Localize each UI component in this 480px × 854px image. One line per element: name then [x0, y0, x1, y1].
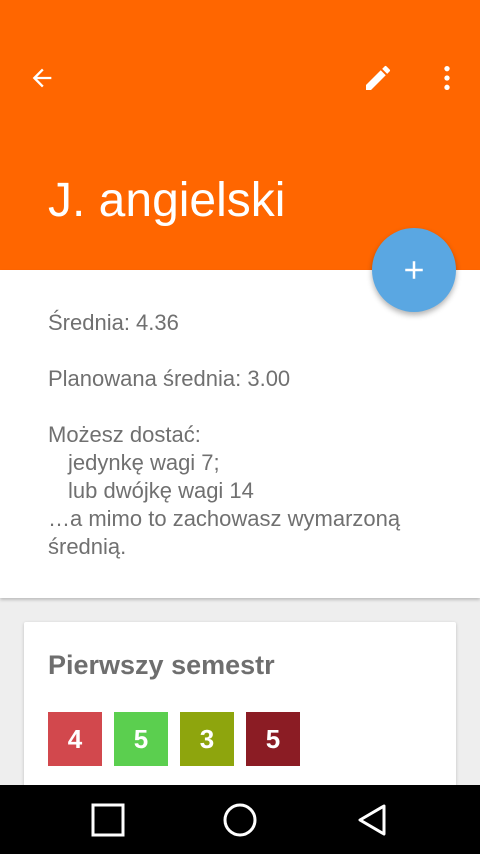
- add-icon: [405, 261, 423, 279]
- grade-tile[interactable]: 5: [114, 712, 168, 766]
- home-button[interactable]: [200, 785, 280, 854]
- more-vert-icon: [444, 66, 450, 90]
- grade-tile[interactable]: 5: [246, 712, 300, 766]
- semester-title: Pierwszy semestr: [48, 650, 275, 680]
- nav-back-button[interactable]: [332, 785, 412, 854]
- add-grade-fab[interactable]: [372, 228, 456, 312]
- more-options-button[interactable]: [423, 54, 471, 102]
- back-button[interactable]: [18, 54, 66, 102]
- average-summary-card: Średnia: 4.36 Planowana średnia: 3.00 Mo…: [0, 270, 480, 598]
- subject-title: J. angielski: [48, 174, 286, 227]
- keep-average-text-2: średnią.: [48, 534, 127, 559]
- home-circle-icon: [223, 803, 257, 836]
- average-text: Średnia: 4.36: [48, 310, 179, 335]
- system-navigation-bar: [0, 785, 480, 854]
- grade-tile[interactable]: 4: [48, 712, 102, 766]
- can-get-text: Możesz dostać:: [48, 422, 201, 447]
- recents-square-icon: [91, 803, 125, 836]
- grade-tile[interactable]: 3: [180, 712, 234, 766]
- keep-average-text: …a mimo to zachowasz wymarzoną: [48, 506, 401, 531]
- planned-average-text: Planowana średnia: 3.00: [48, 366, 291, 391]
- edit-button[interactable]: [354, 54, 402, 102]
- back-triangle-icon: [358, 804, 386, 835]
- option-two-text: lub dwójkę wagi 14: [68, 478, 254, 503]
- arrow-back-icon: [32, 68, 52, 88]
- subject-screen: J. angielski Średnia: 4.36 Planowana śre…: [0, 0, 480, 854]
- option-one-text: jedynkę wagi 7;: [68, 450, 220, 475]
- edit-pencil-icon: [366, 65, 391, 90]
- recents-button[interactable]: [68, 785, 148, 854]
